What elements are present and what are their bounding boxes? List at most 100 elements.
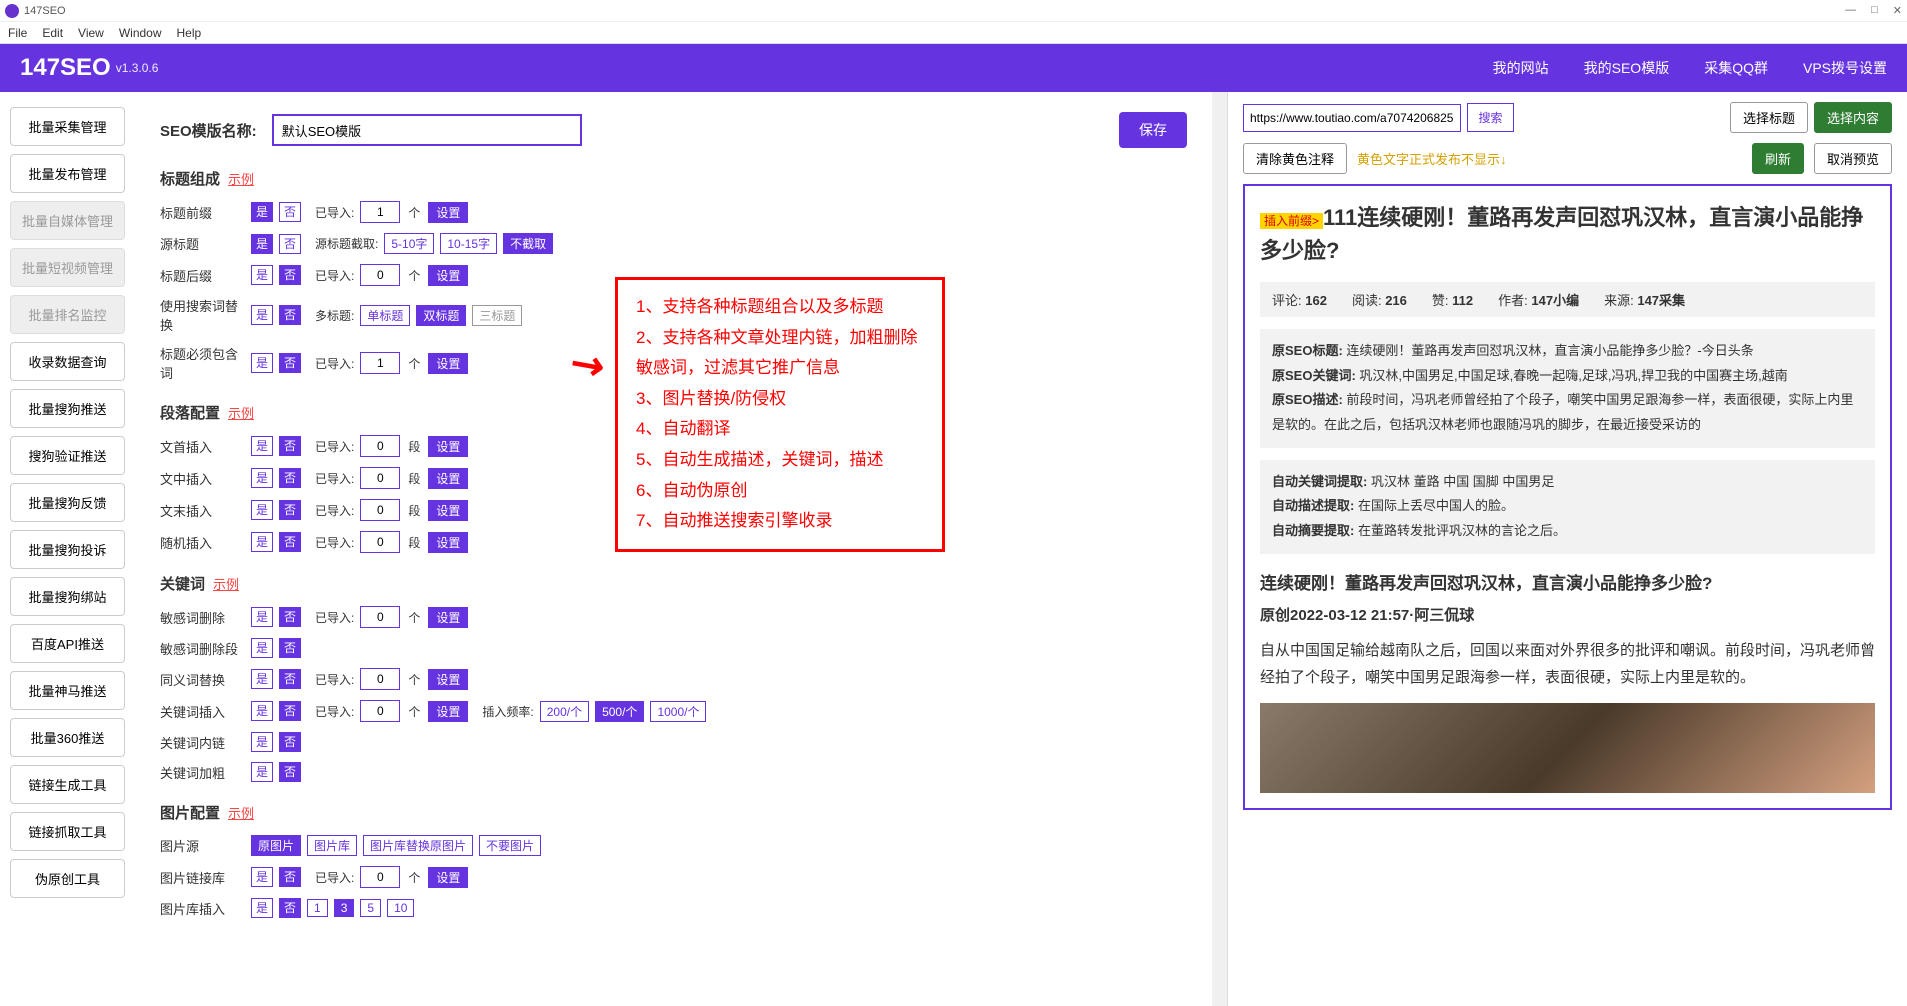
url-input[interactable] bbox=[1243, 104, 1461, 132]
menu-window[interactable]: Window bbox=[119, 26, 162, 40]
trunc-label: 源标题截取: bbox=[315, 235, 378, 252]
sidebar-item[interactable]: 批量发布管理 bbox=[10, 154, 125, 193]
maximize-icon[interactable]: □ bbox=[1871, 4, 1878, 17]
mc-set[interactable]: 设置 bbox=[428, 353, 468, 374]
sidebar-item[interactable]: 批量采集管理 bbox=[10, 107, 125, 146]
template-name-input[interactable] bbox=[272, 114, 582, 146]
source-yes[interactable]: 是 bbox=[251, 234, 273, 254]
sidebar-item[interactable]: 批量360推送 bbox=[10, 718, 125, 757]
sidebar-item[interactable]: 批量搜狗推送 bbox=[10, 389, 125, 428]
section-image: 图片配置 bbox=[160, 802, 220, 823]
sidebar-item[interactable]: 链接生成工具 bbox=[10, 765, 125, 804]
imported-label: 已导入: bbox=[315, 204, 354, 221]
suffix-set[interactable]: 设置 bbox=[428, 265, 468, 286]
label-sen-del: 敏感词删除 bbox=[160, 608, 245, 627]
article-title: 插入前缀>111连续硬刚！董路再发声回怼巩汉林，直言演小品能挣多少脸? bbox=[1260, 201, 1875, 267]
select-content-button[interactable]: 选择内容 bbox=[1814, 102, 1892, 133]
header: 147SEO v1.3.0.6 我的网站 我的SEO模版 采集QQ群 VPS拨号… bbox=[0, 44, 1907, 92]
feature-callout: 1、支持各种标题组合以及多标题2、支持各种文章处理内链，加粗删除敏感词，过滤其它… bbox=[615, 277, 945, 552]
example-link[interactable]: 示例 bbox=[228, 169, 254, 188]
mc-no[interactable]: 否 bbox=[279, 353, 301, 373]
scrollbar[interactable] bbox=[1212, 92, 1227, 1006]
menu-view[interactable]: View bbox=[78, 26, 104, 40]
mc-yes[interactable]: 是 bbox=[251, 353, 273, 373]
nav-my-template[interactable]: 我的SEO模版 bbox=[1584, 58, 1670, 78]
byline: 原创2022-03-12 21:57·阿三侃球 bbox=[1260, 604, 1875, 625]
suffix-count[interactable] bbox=[360, 264, 400, 286]
sub-heading: 连续硬刚！董路再发声回怼巩汉林，直言演小品能挣多少脸? bbox=[1260, 569, 1875, 594]
label-insert-end: 文末插入 bbox=[160, 501, 245, 520]
refresh-button[interactable]: 刷新 bbox=[1752, 143, 1804, 174]
label-must-contain: 标题必须包含词 bbox=[160, 344, 245, 382]
save-button[interactable]: 保存 bbox=[1119, 112, 1187, 148]
nav-qq-group[interactable]: 采集QQ群 bbox=[1704, 58, 1768, 78]
trunc-5-10[interactable]: 5-10字 bbox=[384, 233, 434, 254]
search-button[interactable]: 搜索 bbox=[1467, 103, 1513, 132]
example-link[interactable]: 示例 bbox=[213, 574, 239, 593]
nav-my-site[interactable]: 我的网站 bbox=[1493, 58, 1549, 78]
preview-pane: 插入前缀>111连续硬刚！董路再发声回怼巩汉林，直言演小品能挣多少脸? 评论: … bbox=[1243, 184, 1892, 810]
multi-title-label: 多标题: bbox=[315, 307, 354, 324]
sidebar-item[interactable]: 伪原创工具 bbox=[10, 859, 125, 898]
label-syn-replace: 同义词替换 bbox=[160, 670, 245, 689]
section-title-comp: 标题组成 bbox=[160, 168, 220, 189]
menu-edit[interactable]: Edit bbox=[42, 26, 63, 40]
label-kw-link: 关键词内链 bbox=[160, 733, 245, 752]
sr-no[interactable]: 否 bbox=[279, 305, 301, 325]
sidebar-item[interactable]: 收录数据查询 bbox=[10, 342, 125, 381]
mc-count[interactable] bbox=[360, 352, 400, 374]
yellow-note: 黄色文字正式发布不显示↓ bbox=[1357, 149, 1507, 168]
right-panel: 搜索 选择标题 选择内容 清除黄色注释 黄色文字正式发布不显示↓ 刷新 取消预览… bbox=[1227, 92, 1907, 1006]
sidebar-item[interactable]: 批量神马推送 bbox=[10, 671, 125, 710]
article-image bbox=[1260, 703, 1875, 793]
meta-row: 评论: 162 阅读: 216 赞: 112 作者: 147小编 来源: 147… bbox=[1260, 282, 1875, 317]
label-insert-rand: 随机插入 bbox=[160, 533, 245, 552]
label-img-src: 图片源 bbox=[160, 836, 245, 855]
label-sen-del-para: 敏感词删除段 bbox=[160, 639, 245, 658]
menubar: File Edit View Window Help bbox=[0, 22, 1907, 44]
freq-label: 插入频率: bbox=[482, 703, 533, 720]
sidebar-item[interactable]: 搜狗验证推送 bbox=[10, 436, 125, 475]
cancel-preview-button[interactable]: 取消预览 bbox=[1814, 143, 1892, 174]
sidebar-item[interactable]: 批量搜狗投诉 bbox=[10, 530, 125, 569]
section-keyword: 关键词 bbox=[160, 573, 205, 594]
sr-yes[interactable]: 是 bbox=[251, 305, 273, 325]
close-icon[interactable]: ✕ bbox=[1893, 4, 1902, 17]
sidebar-item: 批量自媒体管理 bbox=[10, 201, 125, 240]
sidebar-item[interactable]: 链接抓取工具 bbox=[10, 812, 125, 851]
left-panel: SEO模版名称: 保存 标题组成示例 标题前缀是否已导入:个设置 源标题是否源标… bbox=[135, 92, 1212, 1006]
auto-info-box: 自动关键词提取: 巩汉林 董路 中国 国脚 中国男足 自动描述提取: 在国际上丢… bbox=[1260, 460, 1875, 554]
version: v1.3.0.6 bbox=[116, 61, 159, 75]
prefix-yes[interactable]: 是 bbox=[251, 202, 273, 222]
suffix-no[interactable]: 否 bbox=[279, 265, 301, 285]
source-no[interactable]: 否 bbox=[279, 234, 301, 254]
menu-help[interactable]: Help bbox=[177, 26, 202, 40]
clear-yellow-button[interactable]: 清除黄色注释 bbox=[1243, 143, 1347, 174]
prefix-count[interactable] bbox=[360, 201, 400, 223]
menu-file[interactable]: File bbox=[8, 26, 27, 40]
titlebar: 147SEO — □ ✕ bbox=[0, 0, 1907, 22]
sidebar: 批量采集管理批量发布管理批量自媒体管理批量短视频管理批量排名监控收录数据查询批量… bbox=[0, 92, 135, 1006]
prefix-no[interactable]: 否 bbox=[279, 202, 301, 222]
sidebar-item[interactable]: 批量搜狗反馈 bbox=[10, 483, 125, 522]
sidebar-item[interactable]: 批量搜狗绑站 bbox=[10, 577, 125, 616]
double-title[interactable]: 双标题 bbox=[416, 305, 466, 326]
label-kw-insert: 关键词插入 bbox=[160, 702, 245, 721]
no-trunc[interactable]: 不截取 bbox=[503, 233, 553, 254]
paragraph: 自从中国国足输给越南队之后，回国以来面对外界很多的批评和嘲讽。前段时间，冯巩老师… bbox=[1260, 637, 1875, 691]
sidebar-item[interactable]: 百度API推送 bbox=[10, 624, 125, 663]
prefix-set[interactable]: 设置 bbox=[428, 202, 468, 223]
minimize-icon[interactable]: — bbox=[1845, 4, 1856, 17]
select-title-button[interactable]: 选择标题 bbox=[1730, 102, 1808, 133]
template-name-label: SEO模版名称: bbox=[160, 120, 257, 141]
nav-vps[interactable]: VPS拨号设置 bbox=[1803, 58, 1887, 78]
trunc-10-15[interactable]: 10-15字 bbox=[440, 233, 497, 254]
label-insert-mid: 文中插入 bbox=[160, 469, 245, 488]
single-title[interactable]: 单标题 bbox=[360, 305, 410, 326]
example-link[interactable]: 示例 bbox=[228, 803, 254, 822]
example-link[interactable]: 示例 bbox=[228, 403, 254, 422]
label-kw-bold: 关键词加粗 bbox=[160, 763, 245, 782]
label-suffix: 标题后缀 bbox=[160, 266, 245, 285]
suffix-yes[interactable]: 是 bbox=[251, 265, 273, 285]
triple-title[interactable]: 三标题 bbox=[472, 305, 522, 326]
